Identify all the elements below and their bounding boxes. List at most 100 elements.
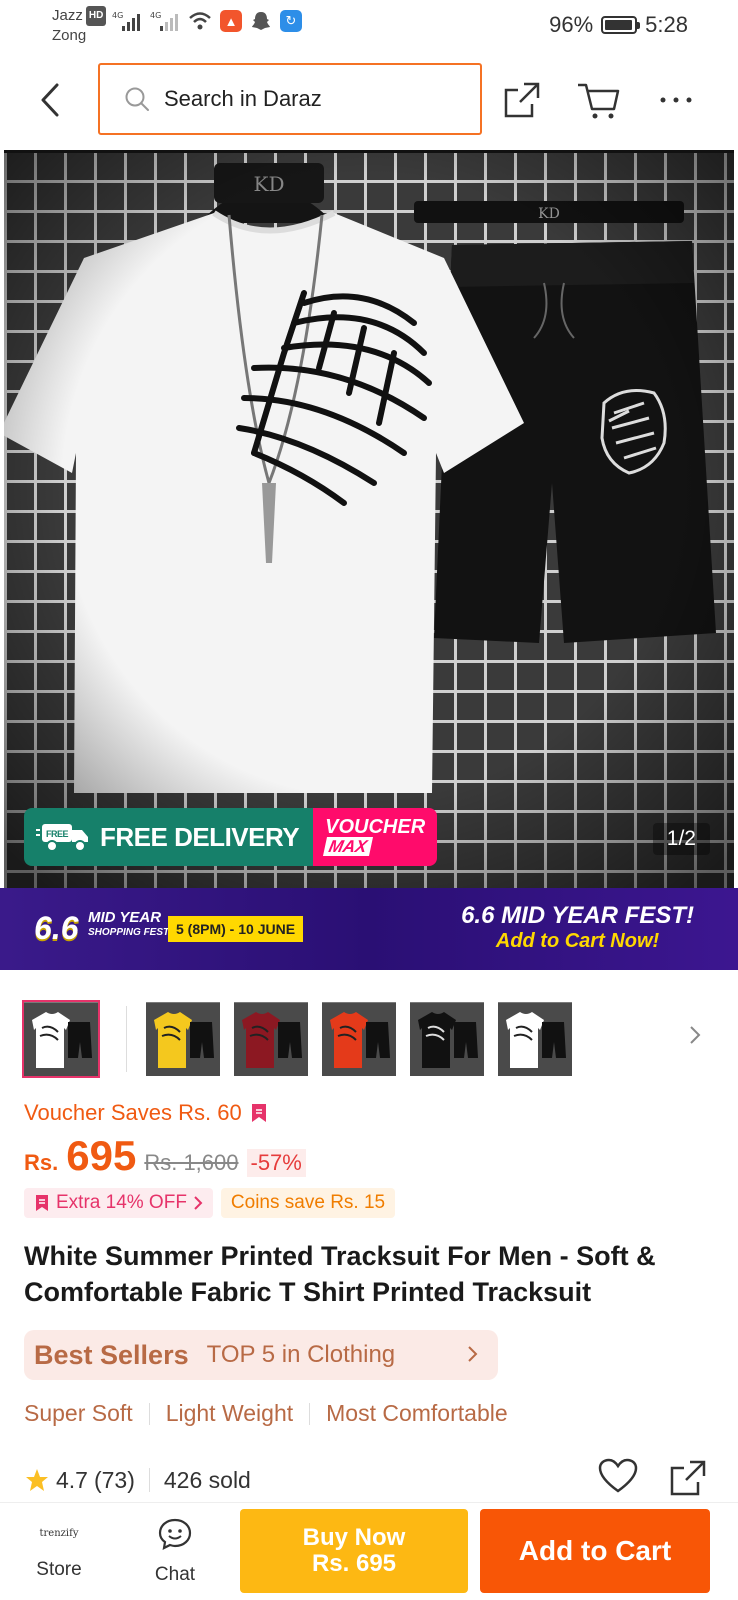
share-icon: [504, 82, 540, 118]
coins-chip[interactable]: Coins save Rs. 15: [220, 1188, 396, 1218]
star-icon: [26, 1469, 48, 1491]
best-sellers-rank: TOP 5 in Clothing: [206, 1341, 396, 1368]
chat-button[interactable]: Chat: [140, 1517, 210, 1586]
feature-divider: [309, 1402, 311, 1425]
hd-badge: HD: [85, 6, 107, 26]
signal-4g-weak-icon: 4G: [150, 11, 178, 31]
promo-big-number: 6.6: [34, 910, 79, 946]
search-box[interactable]: [98, 63, 482, 135]
carrier-jazz: Jazz: [52, 7, 83, 24]
promo-subline: Add to Cart Now!: [495, 930, 660, 952]
wifi-icon: [189, 12, 211, 30]
voucher-tag-icon: [251, 1104, 266, 1122]
carrier-zong: Zong: [52, 27, 87, 44]
feature-tags: Super Soft Light Weight Most Comfortable: [24, 1400, 508, 1427]
thumbnail-image: [410, 1002, 484, 1076]
original-price: Rs. 1,600: [144, 1150, 239, 1175]
search-input[interactable]: [164, 86, 444, 112]
buy-now-label: Buy Now: [302, 1524, 406, 1551]
back-button[interactable]: [30, 78, 70, 122]
thumbnail[interactable]: [322, 1002, 396, 1076]
rating-divider: [148, 1468, 150, 1492]
signal-4g-icon: 4G: [112, 11, 140, 31]
thumbnail[interactable]: [498, 1002, 572, 1076]
current-price: 695: [66, 1132, 137, 1179]
notification-app-icon: ▲: [220, 10, 242, 32]
store-button[interactable]: trenzify Store: [24, 1517, 94, 1581]
feature-tag: Super Soft: [24, 1400, 133, 1426]
rating-row: 4.7 (73) 426 sold: [24, 1458, 714, 1502]
more-dots-icon: [660, 97, 692, 103]
product-title: White Summer Printed Tracksuit For Men -…: [24, 1241, 656, 1307]
extra-off-chip[interactable]: Extra 14% OFF: [24, 1188, 213, 1218]
voucher-max-label: MAX: [323, 837, 373, 856]
store-logo: trenzify: [39, 1528, 79, 1539]
promo-date: 5 (8PM) - 10 JUNE: [168, 916, 304, 942]
coupon-icon: [36, 1195, 48, 1211]
chevron-right-icon: [468, 1346, 478, 1362]
thumbnail[interactable]: [410, 1002, 484, 1076]
chevron-right-icon: [690, 1026, 701, 1044]
promo-headline: 6.6 MID YEAR FEST!: [461, 902, 694, 929]
rating-value[interactable]: 4.7: [56, 1467, 88, 1494]
delivery-truck-icon: FREE: [36, 824, 88, 852]
chevron-left-icon: [41, 83, 59, 117]
battery-fill: [605, 20, 633, 30]
feature-divider: [148, 1402, 150, 1425]
bottom-action-bar: trenzify Store Chat Buy Now Rs. 695 Add …: [0, 1502, 738, 1600]
battery-percent: 96%: [549, 12, 594, 37]
voucher-saves[interactable]: Voucher Saves Rs. 60: [24, 1100, 268, 1126]
free-delivery-label: FREE DELIVERY: [100, 821, 300, 852]
share-icon[interactable]: [668, 1458, 708, 1498]
cart-button[interactable]: [574, 76, 622, 124]
sold-count: 426 sold: [163, 1466, 251, 1493]
thumbnail-selected[interactable]: [22, 1000, 100, 1078]
promo-mid-line2: SHOPPING FEST!: [88, 927, 173, 938]
variant-thumbnails: [22, 1000, 722, 1080]
thumbnail-image: [24, 1002, 98, 1076]
coins-label: Coins save Rs. 15: [230, 1192, 386, 1213]
more-button[interactable]: [652, 76, 700, 124]
feature-tag: Light Weight: [165, 1400, 294, 1426]
thumbnail-image: [146, 1002, 220, 1076]
promo-event-name: MID YEAR SHOPPING FEST!: [88, 910, 172, 940]
svg-text:4G: 4G: [112, 11, 123, 20]
price-row: Rs. 695 Rs. 1,600 -57%: [24, 1132, 306, 1180]
promo-mid-line1: MID YEAR: [88, 909, 162, 926]
offer-chips: Extra 14% OFF Coins save Rs. 15: [24, 1188, 396, 1218]
discount-badge: -57%: [246, 1149, 306, 1177]
thumbnail-image: [498, 1002, 572, 1076]
store-label: Store: [36, 1559, 82, 1580]
wishlist-heart-icon[interactable]: [598, 1458, 638, 1494]
voucher-saves-label: Voucher Saves Rs. 60: [24, 1100, 242, 1125]
rating-count[interactable]: (73): [94, 1467, 135, 1494]
sync-app-icon: ↻: [280, 10, 302, 32]
mid-year-fest-banner[interactable]: 6.6 MID YEAR SHOPPING FEST! 5 (8PM) - 10…: [0, 888, 738, 970]
extra-off-label: Extra 14% OFF: [56, 1192, 187, 1213]
thumbnail[interactable]: [234, 1002, 308, 1076]
signal-icons: 4G 4G ▲ ↻: [112, 10, 302, 32]
free-delivery-badge: FREE FREE DELIVERY: [24, 808, 314, 866]
svg-text:4G: 4G: [150, 11, 161, 20]
thumbnail[interactable]: [146, 1002, 220, 1076]
status-bar: Jazz HD Zong 4G 4G ▲ ↻ 96% 5:28: [0, 0, 738, 56]
chat-icon: [158, 1518, 192, 1550]
free-small-label: FREE: [46, 829, 69, 839]
image-page-indicator: 1/2: [652, 823, 710, 855]
status-right: 96% 5:28: [549, 12, 688, 38]
price-currency: Rs.: [24, 1150, 59, 1175]
product-image-carousel[interactable]: KD KD: [4, 150, 734, 890]
thumbnail-image: [234, 1002, 308, 1076]
add-to-cart-button[interactable]: Add to Cart: [480, 1509, 710, 1593]
best-sellers-label: Best Sellers: [34, 1339, 189, 1370]
share-button[interactable]: [498, 76, 546, 124]
product-photo: KD KD: [4, 153, 734, 890]
best-sellers-banner[interactable]: Best Sellers TOP 5 in Clothing: [24, 1330, 498, 1380]
cart-icon: [578, 83, 620, 119]
feature-tag: Most Comfortable: [326, 1400, 508, 1426]
snapchat-icon: [252, 12, 270, 30]
voucher-label: VOUCHER: [325, 816, 426, 838]
clock: 5:28: [645, 12, 688, 37]
buy-now-button[interactable]: Buy Now Rs. 695: [240, 1509, 468, 1593]
thumbnails-next-button[interactable]: [688, 1024, 702, 1051]
